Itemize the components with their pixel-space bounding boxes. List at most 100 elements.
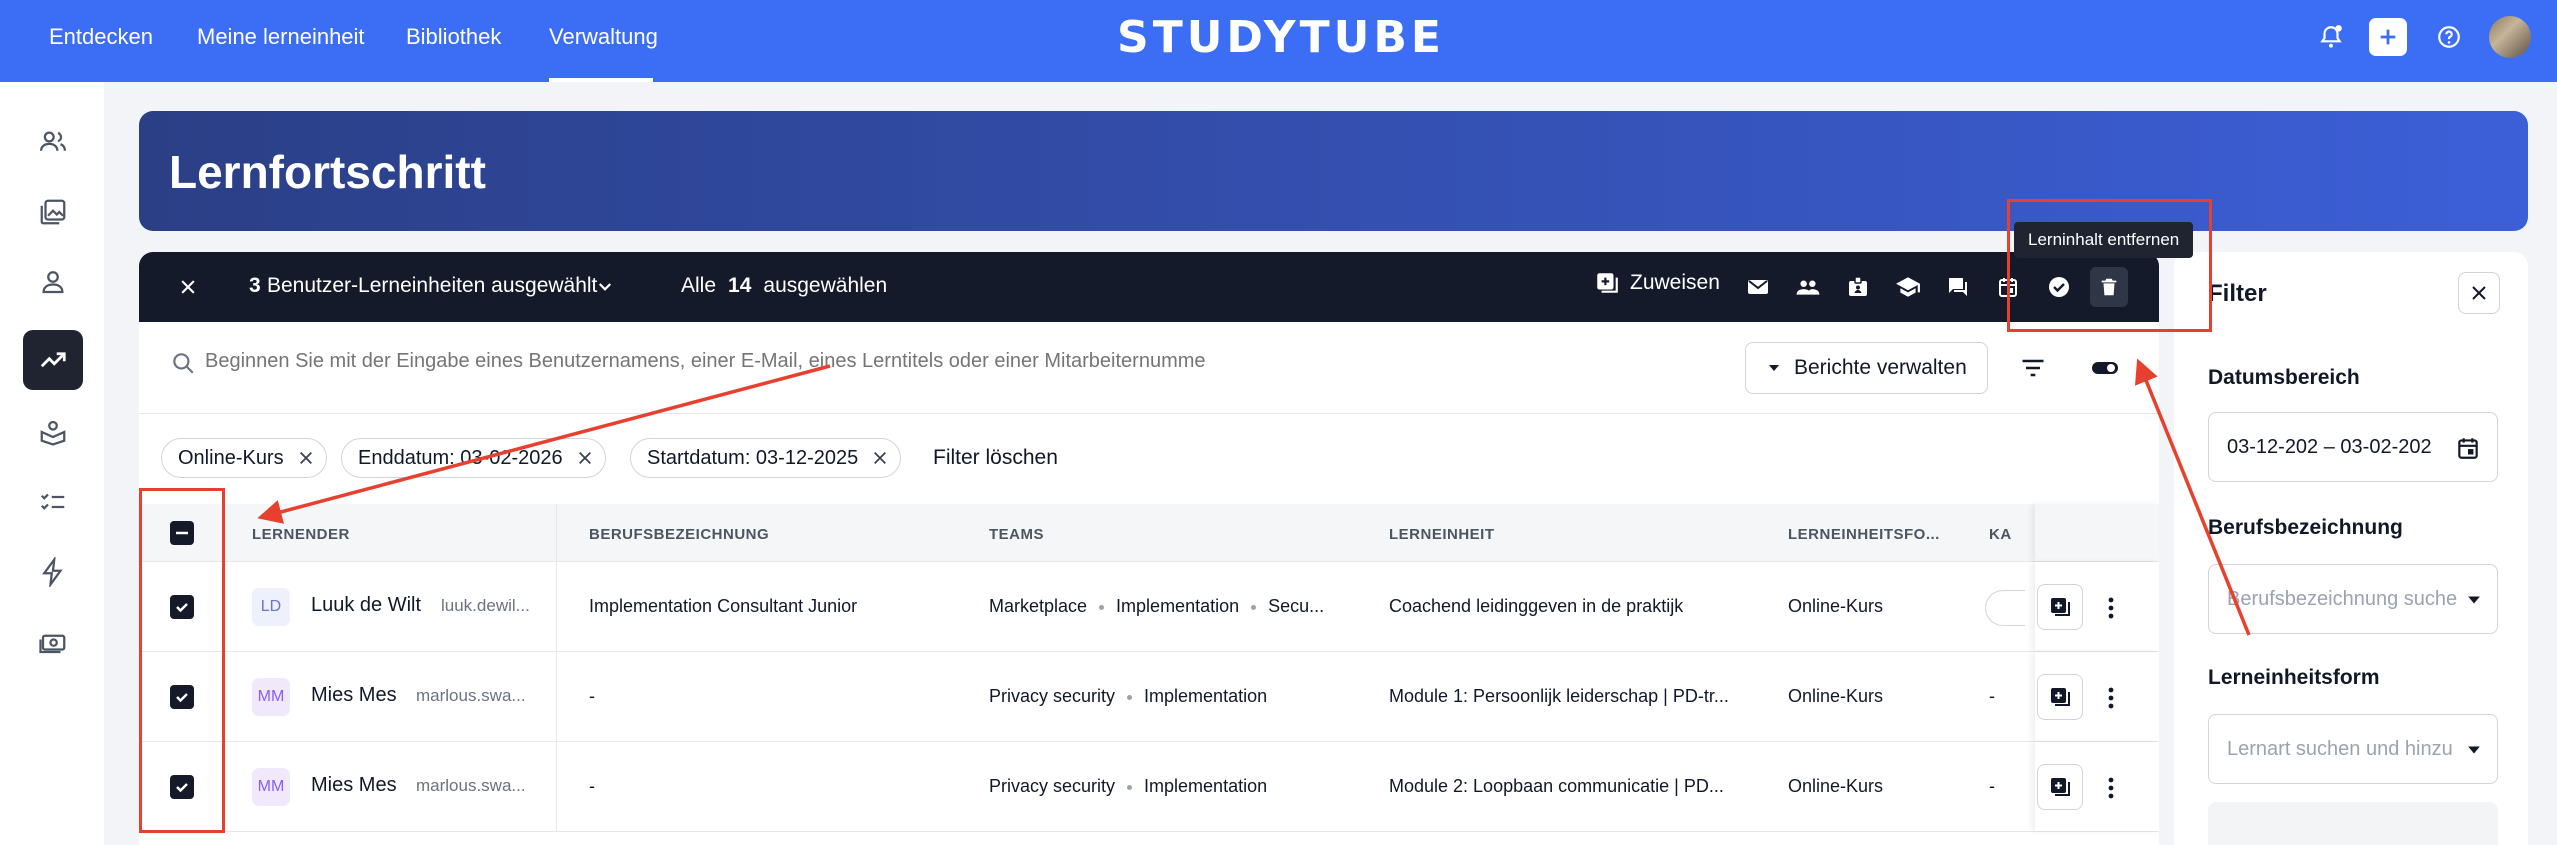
learner-name[interactable]: Mies Mes xyxy=(311,684,397,707)
mail-icon[interactable] xyxy=(1743,272,1773,302)
avatar: MM xyxy=(252,768,290,806)
table-row[interactable]: MM Mies Mes marlous.swa... - Privacy sec… xyxy=(139,742,2159,832)
table-header: LERNENDER BERUFSBEZEICHNUNG TEAMS LERNEI… xyxy=(139,504,2159,562)
filter-chip-label: Enddatum: 03-02-2026 xyxy=(358,446,563,469)
manage-reports-label: Berichte verwalten xyxy=(1794,356,1967,379)
learning-unit[interactable]: Module 2: Loopbaan communicatie | PD... xyxy=(1389,776,1724,797)
learner-name[interactable]: Luuk de Wilt xyxy=(311,594,421,617)
table-row[interactable]: MM Mies Mes marlous.swa... - Privacy sec… xyxy=(139,652,2159,742)
more-vert-icon[interactable] xyxy=(2099,774,2123,802)
group-icon[interactable] xyxy=(1793,272,1823,302)
highlight-box xyxy=(139,488,225,833)
chat-icon[interactable] xyxy=(1943,272,1973,302)
bell-icon[interactable] xyxy=(2312,18,2350,56)
filter-lines-icon[interactable] xyxy=(2019,354,2047,382)
add-content-button[interactable] xyxy=(2037,584,2083,630)
avatar: MM xyxy=(252,678,290,716)
lightning-icon[interactable] xyxy=(23,542,83,602)
more-vert-icon[interactable] xyxy=(2099,594,2123,622)
money-icon[interactable] xyxy=(23,612,83,672)
filter-chip[interactable]: Online-Kurs xyxy=(161,438,327,478)
filter-chip[interactable]: Enddatum: 03-02-2026 xyxy=(341,438,606,478)
caret-down-icon xyxy=(2468,746,2480,754)
learning-form: Online-Kurs xyxy=(1788,596,1884,616)
job-title: - xyxy=(589,686,595,706)
progress-table-card: 3 Benutzer-Lerneinheiten ausgewählt Alle… xyxy=(139,252,2159,845)
toggle-icon[interactable] xyxy=(2089,354,2121,382)
add-box-icon xyxy=(1597,273,1618,293)
job-title: Implementation Consultant Junior xyxy=(589,596,858,616)
learning-unit[interactable]: Module 1: Persoonlijk leiderschap | PD-t… xyxy=(1389,686,1729,707)
filter-chip[interactable]: Startdatum: 03-12-2025 xyxy=(630,438,902,478)
learner-email: luuk.dewil... xyxy=(441,596,530,615)
gallery-icon[interactable] xyxy=(23,182,83,242)
search-input[interactable] xyxy=(205,350,1205,373)
add-icon[interactable] xyxy=(2369,18,2407,56)
teams-cell: Marketplace Implementation Secu... xyxy=(989,596,1325,616)
manage-reports-button[interactable]: Berichte verwalten xyxy=(1745,342,1988,394)
learning-unit[interactable]: Coachend leidinggeven in de praktijk xyxy=(1389,596,1683,617)
nav-meine-lerneinheit[interactable]: Meine lerneinheit xyxy=(197,24,365,50)
learner-email: marlous.swa... xyxy=(416,776,526,795)
sidebar xyxy=(0,82,104,845)
table-row[interactable]: LD Luuk de Wilt luuk.dewil... Implementa… xyxy=(139,562,2159,652)
select-all-count: 14 xyxy=(728,274,752,297)
filter-option-list xyxy=(2208,802,2498,845)
job-title-select[interactable]: Berufsbezeichnung suche xyxy=(2208,564,2498,634)
nav-entdecken[interactable]: Entdecken xyxy=(49,24,153,50)
nav-verwaltung[interactable]: Verwaltung xyxy=(549,24,658,50)
add-content-button[interactable] xyxy=(2037,764,2083,810)
trending-up-icon[interactable] xyxy=(23,330,83,390)
selection-count: 3 xyxy=(249,274,261,297)
column-header[interactable]: LERNEINHEITSFO... xyxy=(1788,526,1940,543)
close-icon[interactable] xyxy=(298,450,314,466)
learning-form: Online-Kurs xyxy=(1788,776,1884,796)
column-header[interactable]: BERUFSBEZEICHNUNG xyxy=(589,526,769,543)
search-icon xyxy=(173,353,194,374)
close-icon[interactable] xyxy=(2458,272,2500,314)
user-avatar[interactable] xyxy=(2489,16,2531,58)
calendar-icon[interactable] xyxy=(2455,435,2481,461)
category-value: - xyxy=(1989,686,1995,706)
assign-button[interactable]: Zuweisen xyxy=(1594,270,1720,296)
assign-label: Zuweisen xyxy=(1630,271,1720,294)
close-icon[interactable] xyxy=(872,450,888,466)
highlight-box xyxy=(2007,199,2212,332)
checklist-icon[interactable] xyxy=(23,472,83,532)
school-icon[interactable] xyxy=(1893,272,1923,302)
person-icon[interactable] xyxy=(23,252,83,312)
users-icon[interactable] xyxy=(23,112,83,172)
teams-cell: Privacy security Implementation xyxy=(989,686,1268,706)
clear-filter-link[interactable]: Filter löschen xyxy=(933,446,1058,470)
job-title-placeholder: Berufsbezeichnung suche xyxy=(2227,587,2458,610)
select-all-link[interactable]: Alle 14 ausgewählen xyxy=(681,274,887,298)
learning-form-placeholder: Lernart suchen und hinzu xyxy=(2227,737,2453,760)
select-all-prefix: Alle xyxy=(681,274,717,297)
close-icon[interactable] xyxy=(173,272,203,302)
column-header[interactable]: KA xyxy=(1989,526,2012,543)
add-box-icon xyxy=(2051,778,2070,796)
badge-icon[interactable] xyxy=(1843,272,1873,302)
filter-title: Filter xyxy=(2208,280,2267,307)
date-range-input[interactable]: 03-12-202 – 03-02-202 xyxy=(2208,412,2498,482)
close-icon[interactable] xyxy=(577,450,593,466)
selection-label: Benutzer-Lerneinheiten ausgewählt xyxy=(267,274,598,297)
active-filters: Online-Kurs Enddatum: 03-02-2026 Startda… xyxy=(139,414,2159,494)
add-box-icon xyxy=(2051,688,2070,706)
learner-name[interactable]: Mies Mes xyxy=(311,774,397,797)
column-header[interactable]: LERNEINHEIT xyxy=(1389,526,1495,543)
date-range-label: Datumsbereich xyxy=(2208,366,2360,389)
add-content-button[interactable] xyxy=(2037,674,2083,720)
studytube-logo[interactable]: STUDYTUBE xyxy=(1117,12,1445,63)
column-header[interactable]: LERNENDER xyxy=(252,526,350,543)
learning-form-select[interactable]: Lernart suchen und hinzu xyxy=(2208,714,2498,784)
job-title: - xyxy=(589,776,595,796)
chevron-down-icon[interactable] xyxy=(590,272,620,302)
status-badge xyxy=(1985,590,2025,626)
more-vert-icon[interactable] xyxy=(2099,684,2123,712)
nav-bibliothek[interactable]: Bibliothek xyxy=(406,24,501,50)
date-range-value: 03-12-202 – 03-02-202 xyxy=(2227,435,2432,458)
learning-icon[interactable] xyxy=(23,402,83,462)
column-header[interactable]: TEAMS xyxy=(989,526,1044,543)
help-icon[interactable] xyxy=(2430,18,2468,56)
